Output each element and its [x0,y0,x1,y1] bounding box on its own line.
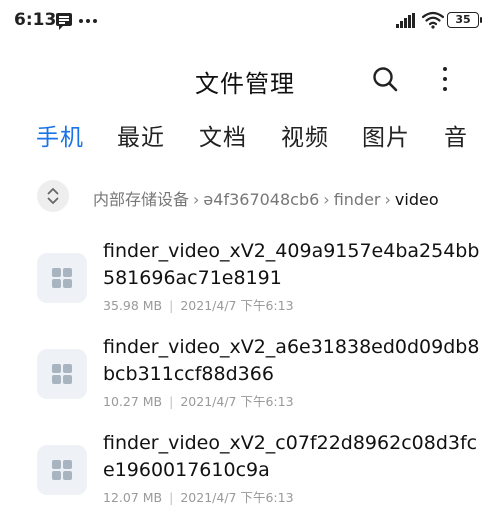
list-item[interactable]: finder_video_xV2_c07f22d8962c08d3fce1960… [0,430,500,526]
chevron-right-icon: › [193,190,200,209]
more-dots-icon [79,19,99,23]
file-grid-icon [37,253,87,303]
breadcrumb-item-finder[interactable]: finder [334,190,381,209]
file-meta: 12.07 MB | 2021/4/7 下午6:13 [103,490,294,505]
file-size: 10.27 MB [103,394,163,409]
status-time: 6:13 [14,10,57,30]
file-date: 2021/4/7 下午6:13 [180,298,294,313]
file-name: finder_video_xV2_c07f22d8962c08d3fce1960… [103,432,478,481]
tab-recent[interactable]: 最近 [117,118,165,152]
breadcrumb-path: 内部存储设备 › ə4f367048cb6 › finder › video [93,186,439,210]
file-name: finder_video_xV2_409a9157e4ba254bb581696… [103,240,480,289]
breadcrumb: 内部存储设备 › ə4f367048cb6 › finder › video [0,176,500,216]
category-tabs: 手机 最近 文档 视频 图片 音 [0,118,500,158]
breadcrumb-item-video[interactable]: video [395,190,439,209]
chevron-right-icon: › [384,190,391,209]
list-item[interactable]: finder_video_xV2_a6e31838ed0d09db8bcb311… [0,334,500,430]
status-bar: 6:13 35 [0,0,500,42]
file-meta: 10.27 MB | 2021/4/7 下午6:13 [103,394,294,409]
file-date: 2021/4/7 下午6:13 [180,394,294,409]
tab-audio[interactable]: 音 [444,118,468,152]
file-date: 2021/4/7 下午6:13 [180,490,294,505]
tab-videos[interactable]: 视频 [281,118,329,152]
battery-icon: 35 [447,12,482,28]
breadcrumb-item-internal-storage[interactable]: 内部存储设备 [93,190,189,209]
chevron-right-icon: › [323,190,330,209]
collapse-expand-icon[interactable] [37,180,69,212]
file-name: finder_video_xV2_a6e31838ed0d09db8bcb311… [103,336,480,385]
tab-documents[interactable]: 文档 [199,118,247,152]
file-size: 12.07 MB [103,490,163,505]
message-icon [56,13,72,30]
battery-level: 35 [455,13,471,26]
breadcrumb-item-folder-id[interactable]: ə4f367048cb6 [203,190,319,209]
title-bar: 文件管理 [0,50,500,108]
file-grid-icon [37,349,87,399]
file-meta: 35.98 MB | 2021/4/7 下午6:13 [103,298,294,313]
signal-icon [396,13,418,28]
file-grid-icon [37,445,87,495]
page-title: 文件管理 [195,70,295,98]
more-vertical-icon[interactable] [438,65,452,93]
tab-phone[interactable]: 手机 [36,118,84,152]
wifi-icon [422,11,444,29]
tab-images[interactable]: 图片 [362,118,410,152]
file-size: 35.98 MB [103,298,163,313]
search-icon[interactable] [371,65,399,93]
list-item[interactable]: finder_video_xV2_409a9157e4ba254bb581696… [0,238,500,334]
